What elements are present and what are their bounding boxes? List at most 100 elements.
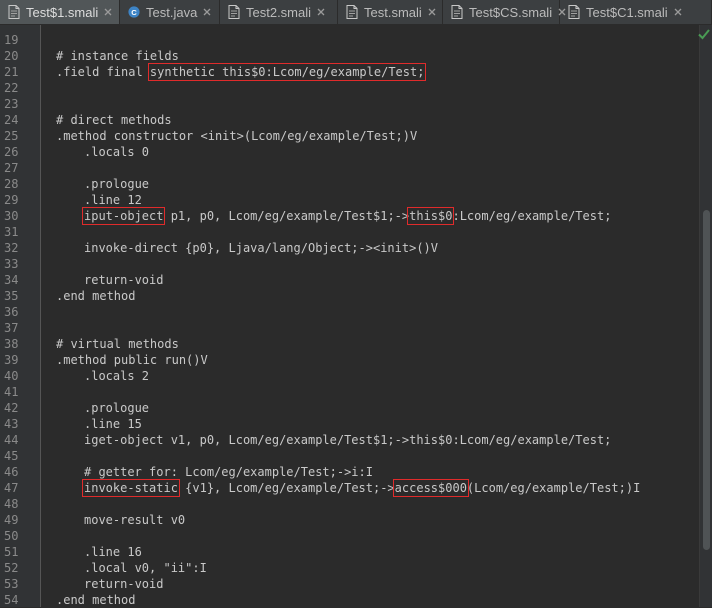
code-text: .end method	[56, 592, 135, 607]
line-number-gutter: 19 20 21 22 23 24 25 26 27 28 29 30 31 32 33 34 35 36 37 38…	[0, 25, 41, 607]
code-line: .line 16	[41, 544, 699, 560]
line-number: 44	[4, 433, 19, 447]
code-line: .method public run()V	[41, 352, 699, 368]
code-line: .locals 2	[41, 368, 699, 384]
line-number: 21	[4, 65, 19, 79]
line-number: 42	[4, 401, 19, 415]
line-number: 51	[4, 545, 19, 559]
close-tab-icon[interactable]	[674, 8, 682, 16]
tab-test-c1-smali[interactable]: Test$C1.smali	[560, 0, 712, 24]
tab-test-smali[interactable]: Test.smali	[338, 0, 443, 24]
line-number: 23	[4, 97, 19, 111]
java-class-icon: C	[128, 6, 140, 18]
code-token: :Lcom/eg/example/Test;	[452, 209, 612, 223]
tab-label: Test.java	[146, 4, 198, 20]
code-line: .line 12	[41, 192, 699, 208]
tab-test-1-smali[interactable]: Test$1.smali	[0, 0, 120, 24]
code-token: .end method	[56, 593, 136, 607]
code-text: iget-object v1, p0, Lcom/eg/example/Test…	[84, 432, 611, 448]
tab-test-java[interactable]: C Test.java	[120, 0, 220, 24]
code-text: .line 15	[84, 416, 142, 432]
line-number: 36	[4, 305, 19, 319]
code-text: # virtual methods	[56, 336, 179, 352]
line-number: 37	[4, 321, 19, 335]
smali-file-icon	[568, 5, 580, 19]
code-line: iget-object v1, p0, Lcom/eg/example/Test…	[41, 432, 699, 448]
line-number: 39	[4, 353, 19, 367]
line-number: 38	[4, 337, 19, 351]
close-tab-icon[interactable]	[203, 8, 211, 16]
code-line: .prologue	[41, 176, 699, 192]
tab-label: Test$CS.smali	[469, 4, 553, 20]
highlighted-token: access$000	[392, 479, 469, 497]
line-number: 24	[4, 113, 19, 127]
line-number: 19	[4, 33, 19, 47]
line-number: 48	[4, 497, 19, 511]
code-token: .prologue	[84, 401, 150, 415]
code-line: iput-object p1, p0, Lcom/eg/example/Test…	[41, 207, 699, 225]
code-text: .method public run()V	[56, 352, 208, 368]
line-number: 32	[4, 241, 19, 255]
tab-label: Test2.smali	[246, 4, 312, 20]
code-line: invoke-static {v1}, Lcom/eg/example/Test…	[41, 479, 699, 497]
close-tab-icon[interactable]	[104, 8, 112, 16]
code-line: return-void	[41, 576, 699, 592]
inspection-ok-check-icon[interactable]	[697, 27, 711, 41]
line-number: 27	[4, 161, 19, 175]
code-line: # instance fields	[41, 48, 699, 64]
line-number: 53	[4, 577, 19, 591]
code-token: (Lcom/eg/example/Test;)I	[466, 481, 641, 495]
code-text: .line 12	[84, 192, 142, 208]
code-token: .end method	[56, 289, 136, 303]
line-number: 29	[4, 193, 19, 207]
code-line: # direct methods	[41, 112, 699, 128]
code-line: .prologue	[41, 400, 699, 416]
highlighted-token: iput-object	[81, 207, 166, 225]
code-token: .line 15	[84, 417, 142, 431]
code-line: # getter for: Lcom/eg/example/Test;->i:I	[41, 464, 699, 480]
line-number: 49	[4, 513, 19, 527]
code-line: .method constructor <init>(Lcom/eg/examp…	[41, 128, 699, 144]
code-token: .method public run()V	[56, 353, 208, 367]
line-number: 46	[4, 465, 19, 479]
code-text: .end method	[56, 288, 135, 304]
code-token: {v1}, Lcom/eg/example/Test;->	[177, 481, 395, 495]
code-token: .locals 2	[84, 369, 150, 383]
code-text: .locals 0	[84, 144, 149, 160]
code-editor[interactable]: # instance fields .field final synthetic …	[41, 25, 699, 607]
code-line: .end method	[41, 288, 699, 304]
line-number: 25	[4, 129, 19, 143]
code-token: # direct methods	[56, 113, 172, 127]
code-text: .method constructor <init>(Lcom/eg/examp…	[56, 128, 417, 144]
close-tab-icon[interactable]	[428, 8, 436, 16]
line-number: 28	[4, 177, 19, 191]
code-text: iput-object p1, p0, Lcom/eg/example/Test…	[81, 207, 612, 225]
code-token: .field final	[56, 65, 150, 79]
line-number: 33	[4, 257, 19, 271]
scrollbar-thumb[interactable]	[703, 210, 710, 550]
code-line: .locals 0	[41, 144, 699, 160]
code-line: .local v0, "ii":I	[41, 560, 699, 576]
smali-file-icon	[228, 5, 240, 19]
line-number: 20	[4, 49, 19, 63]
tab-test-cs-smali[interactable]: Test$CS.smali	[443, 0, 566, 24]
highlighted-token: this$0	[407, 207, 455, 225]
code-token: .line 12	[84, 193, 142, 207]
code-line: .end method	[41, 592, 699, 607]
close-tab-icon[interactable]	[317, 8, 325, 16]
line-number: 35	[4, 289, 19, 303]
line-number: 41	[4, 385, 19, 399]
vertical-scrollbar[interactable]	[699, 25, 712, 607]
code-line: move-result v0	[41, 512, 699, 528]
editor-tab-bar: Test$1.smali C Test.java Test2.smali Test.sm…	[0, 0, 712, 25]
code-token: .prologue	[84, 177, 150, 191]
code-text: .field final synthetic this$0:Lcom/eg/ex…	[56, 63, 427, 81]
tab-test2-smali[interactable]: Test2.smali	[220, 0, 338, 24]
line-number: 43	[4, 417, 19, 431]
